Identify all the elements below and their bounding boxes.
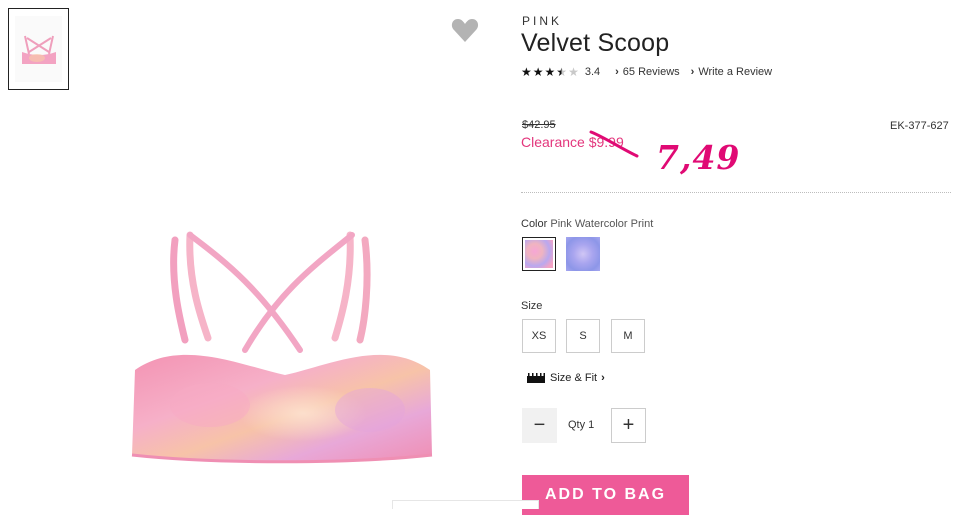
chevron-right-icon: › [615, 66, 619, 78]
quantity-label: Qty 1 [568, 419, 595, 431]
rating-row: ★ ★ ★ ★ ★ 3.4 › 65 Reviews › Write a Rev… [521, 66, 772, 78]
minus-icon: − [533, 414, 546, 436]
swatch-fill [525, 240, 553, 268]
reviews-link[interactable]: › 65 Reviews [615, 66, 680, 78]
size-xs-button[interactable]: XS [522, 319, 556, 353]
rating-value: 3.4 [584, 66, 601, 78]
product-title: Velvet Scoop [521, 29, 670, 57]
chevron-right-icon: › [601, 372, 605, 384]
star-icon: ★ [521, 65, 532, 79]
quantity-decrease-button[interactable]: − [522, 408, 557, 443]
write-review-link[interactable]: › Write a Review [691, 66, 772, 78]
write-review-label: Write a Review [698, 66, 773, 78]
brand-label: PINK [522, 14, 563, 28]
handwritten-price-note: 7,49 [656, 138, 741, 177]
product-sku: EK-377-627 [890, 120, 949, 132]
size-m-button[interactable]: M [611, 319, 645, 353]
thumbnail-image[interactable] [8, 8, 69, 90]
ruler-icon [527, 373, 545, 383]
star-icon: ★ [532, 65, 544, 79]
reviews-link-label: 65 Reviews [622, 66, 680, 78]
empty-star-icon: ★ [568, 65, 579, 79]
swatch-fill [566, 237, 600, 271]
product-main-image [120, 220, 445, 470]
bottom-popup-edge [392, 500, 539, 509]
quantity-increase-button[interactable]: + [611, 408, 646, 443]
plus-icon: + [622, 414, 635, 436]
swatch-pink-watercolor[interactable] [522, 237, 556, 271]
size-label: Size [521, 300, 543, 312]
swatch-purple-watercolor[interactable] [566, 237, 600, 271]
add-to-bag-button[interactable]: ADD TO BAG [522, 475, 689, 515]
strike-mark [589, 130, 639, 158]
star-icon: ★ [544, 65, 556, 79]
original-price: $42.95 [522, 119, 556, 131]
size-s-button[interactable]: S [566, 319, 600, 353]
thumbnail-product-image [15, 16, 62, 82]
star-rating: ★ ★ ★ ★ ★ [521, 66, 579, 78]
heart-icon[interactable] [450, 15, 480, 45]
color-label: Color [521, 218, 548, 230]
chevron-right-icon: › [690, 66, 695, 78]
color-value: Pink Watercolor Print [550, 218, 654, 230]
size-fit-label: Size & Fit [550, 372, 598, 384]
size-fit-link[interactable]: Size & Fit › [527, 372, 605, 384]
color-label-row: Color Pink Watercolor Print [521, 218, 653, 230]
divider [521, 192, 951, 193]
half-star-icon: ★ [556, 65, 568, 79]
